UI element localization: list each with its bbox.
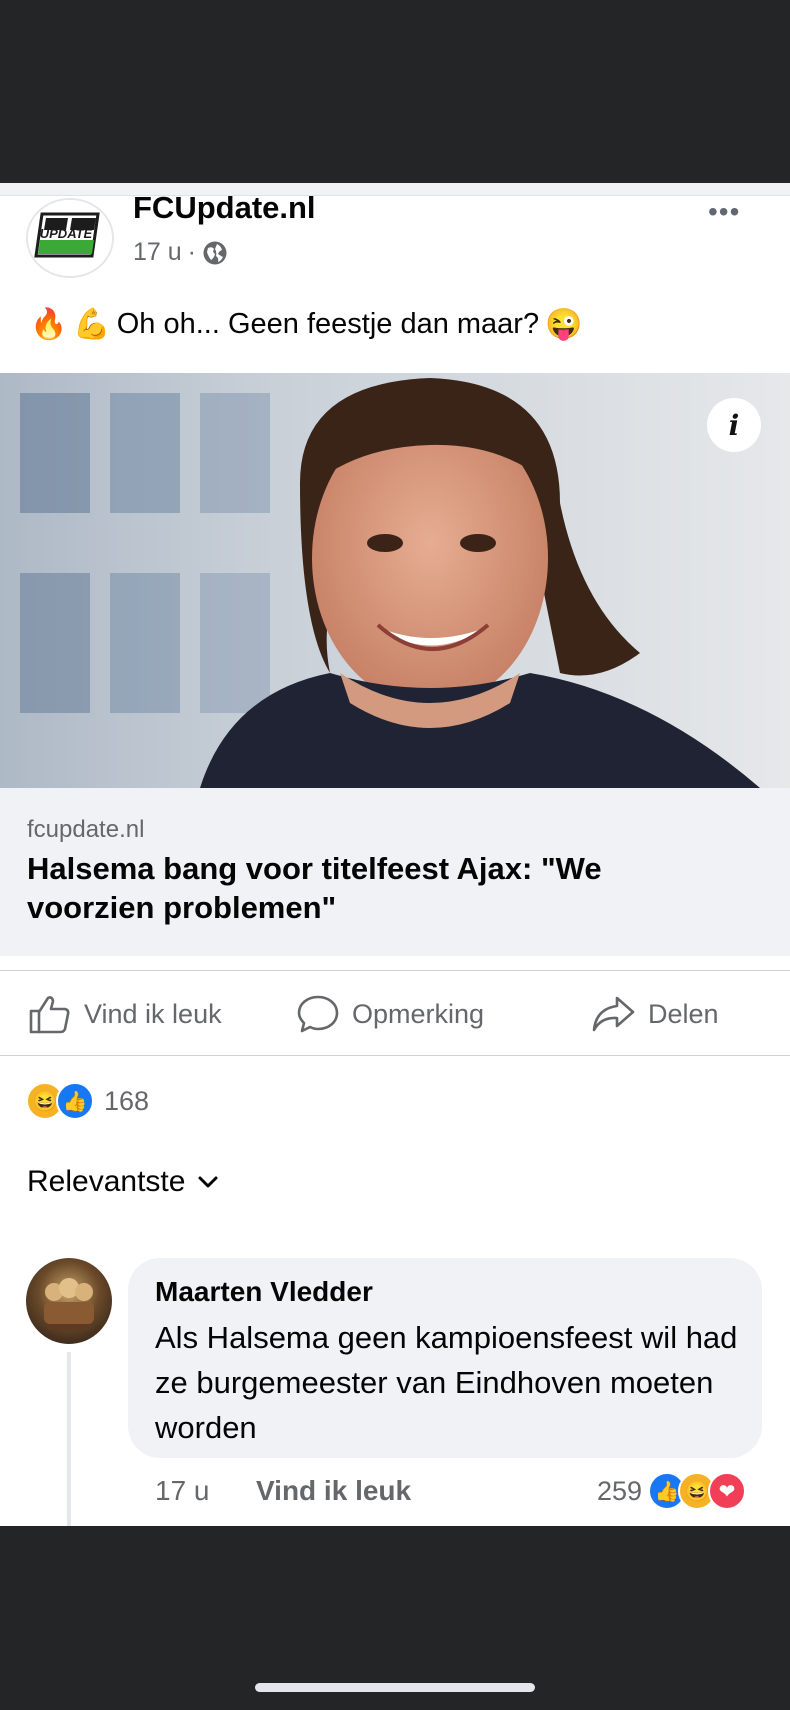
comment-label: Opmerking — [352, 998, 485, 1029]
fcupdate-logo-icon: UPDATE — [28, 200, 112, 276]
comment-text: Als Halsema geen kampioensfeest wil had … — [155, 1320, 738, 1445]
chevron-down-icon — [198, 1176, 218, 1188]
link-domain: fcupdate.nl — [27, 816, 145, 843]
like-label: Vind ik leuk — [84, 998, 222, 1029]
post-message: Oh oh... Geen feestje dan maar? — [116, 308, 540, 340]
comment-sort-dropdown[interactable]: Relevantste — [27, 1165, 219, 1199]
comment-time[interactable]: 17 u — [155, 1475, 210, 1507]
comment-reaction-count: 259 — [597, 1475, 643, 1506]
comment-reactions[interactable]: 259 👍 😆 ❤ — [597, 1472, 747, 1510]
top-status-area — [0, 0, 790, 183]
info-button[interactable]: i — [707, 398, 761, 452]
link-preview-image[interactable] — [0, 373, 790, 788]
post-meta: 17 u · — [133, 238, 228, 267]
comment-author[interactable]: Maarten Vledder — [155, 1276, 373, 1308]
comment-button[interactable]: Opmerking — [296, 993, 484, 1035]
fire-emoji: 🔥 — [30, 307, 68, 341]
post-action-bar: Vind ik leuk Opmerking Delen — [0, 970, 790, 1056]
avatar-image — [44, 1278, 94, 1330]
share-arrow-icon — [592, 996, 635, 1032]
share-label: Delen — [648, 998, 719, 1029]
like-icon: 👍 — [56, 1082, 94, 1120]
flexed-biceps-emoji: 💪 — [73, 307, 111, 341]
share-button[interactable]: Delen — [590, 993, 719, 1035]
page-name[interactable]: FCUpdate.nl — [133, 190, 316, 226]
post-time[interactable]: 17 u — [133, 238, 182, 267]
logo-text: UPDATE — [40, 226, 93, 241]
link-title[interactable]: Halsema bang voor titelfeest Ajax: "We v… — [27, 849, 727, 927]
comment-thread-line — [67, 1352, 71, 1526]
home-indicator[interactable] — [255, 1683, 535, 1692]
sort-label: Relevantste — [27, 1165, 186, 1198]
page-avatar[interactable]: UPDATE — [26, 198, 114, 278]
comment-like-button[interactable]: Vind ik leuk — [256, 1475, 411, 1507]
love-icon: ❤ — [708, 1472, 747, 1510]
reaction-count: 168 — [104, 1085, 150, 1116]
commenter-avatar[interactable] — [26, 1258, 112, 1344]
comment-bubble-icon — [297, 995, 339, 1033]
like-button[interactable]: Vind ik leuk — [28, 993, 222, 1035]
reaction-summary[interactable]: 😆 👍 168 — [26, 1082, 149, 1120]
meta-separator: · — [187, 238, 196, 266]
portrait-photo — [0, 373, 790, 788]
more-options-button[interactable]: ••• — [708, 196, 740, 228]
winking-tongue-emoji: 😜 — [545, 307, 583, 341]
post-text: 🔥 💪 Oh oh... Geen feestje dan maar? 😜 — [30, 308, 582, 341]
thumbs-up-icon — [29, 996, 70, 1034]
sheet-edge — [0, 183, 790, 196]
globe-icon — [203, 241, 227, 264]
